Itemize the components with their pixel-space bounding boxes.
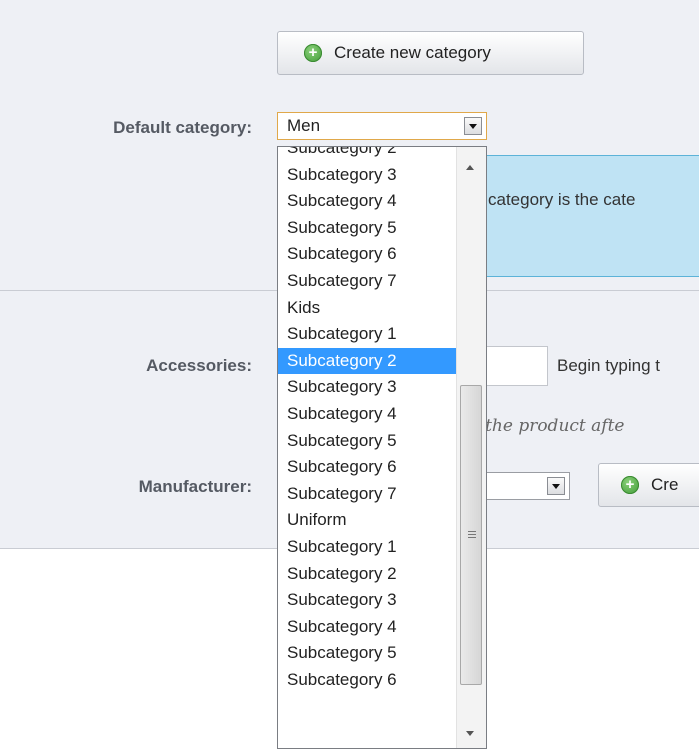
- plus-circle-icon: +: [304, 44, 322, 62]
- dropdown-option[interactable]: Subcategory 5: [278, 215, 456, 242]
- dropdown-option[interactable]: Subcategory 6: [278, 241, 456, 268]
- dropdown-option[interactable]: Subcategory 5: [278, 428, 456, 455]
- dropdown-option[interactable]: Subcategory 2: [278, 561, 456, 588]
- dropdown-option[interactable]: Subcategory 4: [278, 188, 456, 215]
- default-category-value: Men: [287, 116, 321, 135]
- default-category-label: Default category:: [113, 118, 252, 137]
- dropdown-option[interactable]: Uniform: [278, 507, 456, 534]
- dropdown-option[interactable]: Subcategory 3: [278, 374, 456, 401]
- scroll-up-arrow-icon[interactable]: [466, 165, 474, 170]
- dropdown-option[interactable]: Subcategory 6: [278, 667, 456, 694]
- dropdown-option[interactable]: Subcategory 3: [278, 587, 456, 614]
- create-new-category-label: Create new category: [334, 43, 491, 62]
- scroll-down-arrow-icon[interactable]: [466, 731, 474, 736]
- create-manufacturer-label: Cre: [651, 475, 679, 494]
- chevron-down-icon[interactable]: [464, 117, 482, 135]
- dropdown-scrollbar[interactable]: [456, 147, 486, 748]
- dropdown-option[interactable]: Subcategory 4: [278, 401, 456, 428]
- dropdown-option[interactable]: Subcategory 5: [278, 640, 456, 667]
- dropdown-option[interactable]: Subcategory 6: [278, 454, 456, 481]
- default-category-select[interactable]: Men: [277, 112, 487, 140]
- accessories-hint: Begin typing t: [557, 356, 661, 375]
- create-manufacturer-button[interactable]: + Cre: [598, 463, 699, 507]
- grip-icon: [468, 531, 476, 532]
- create-new-category-button[interactable]: + Create new category: [277, 31, 584, 75]
- dropdown-option[interactable]: Subcategory 7: [278, 481, 456, 508]
- dropdown-option[interactable]: Kids: [278, 295, 456, 322]
- dropdown-option[interactable]: Subcategory 2: [278, 147, 456, 162]
- manufacturer-label: Manufacturer:: [138, 477, 252, 496]
- dropdown-option[interactable]: Subcategory 3: [278, 162, 456, 189]
- accessories-label: Accessories:: [146, 356, 252, 375]
- plus-circle-icon: +: [621, 476, 639, 494]
- dropdown-options: Subcategory 2 Subcategory 3 Subcategory 4S…: [278, 147, 456, 694]
- dropdown-option[interactable]: Subcategory 1: [278, 321, 456, 348]
- dropdown-option[interactable]: Subcategory 1: [278, 534, 456, 561]
- dropdown-option[interactable]: Subcategory 7: [278, 268, 456, 295]
- dropdown-option[interactable]: Subcategory 2: [278, 347, 456, 375]
- chevron-down-icon[interactable]: [547, 477, 565, 495]
- dropdown-option[interactable]: Subcategory 4: [278, 614, 456, 641]
- category-dropdown-list[interactable]: Subcategory 2 Subcategory 3 Subcategory 4S…: [277, 146, 487, 749]
- info-box-text: category is the cate: [488, 190, 636, 209]
- scroll-thumb[interactable]: [460, 385, 482, 685]
